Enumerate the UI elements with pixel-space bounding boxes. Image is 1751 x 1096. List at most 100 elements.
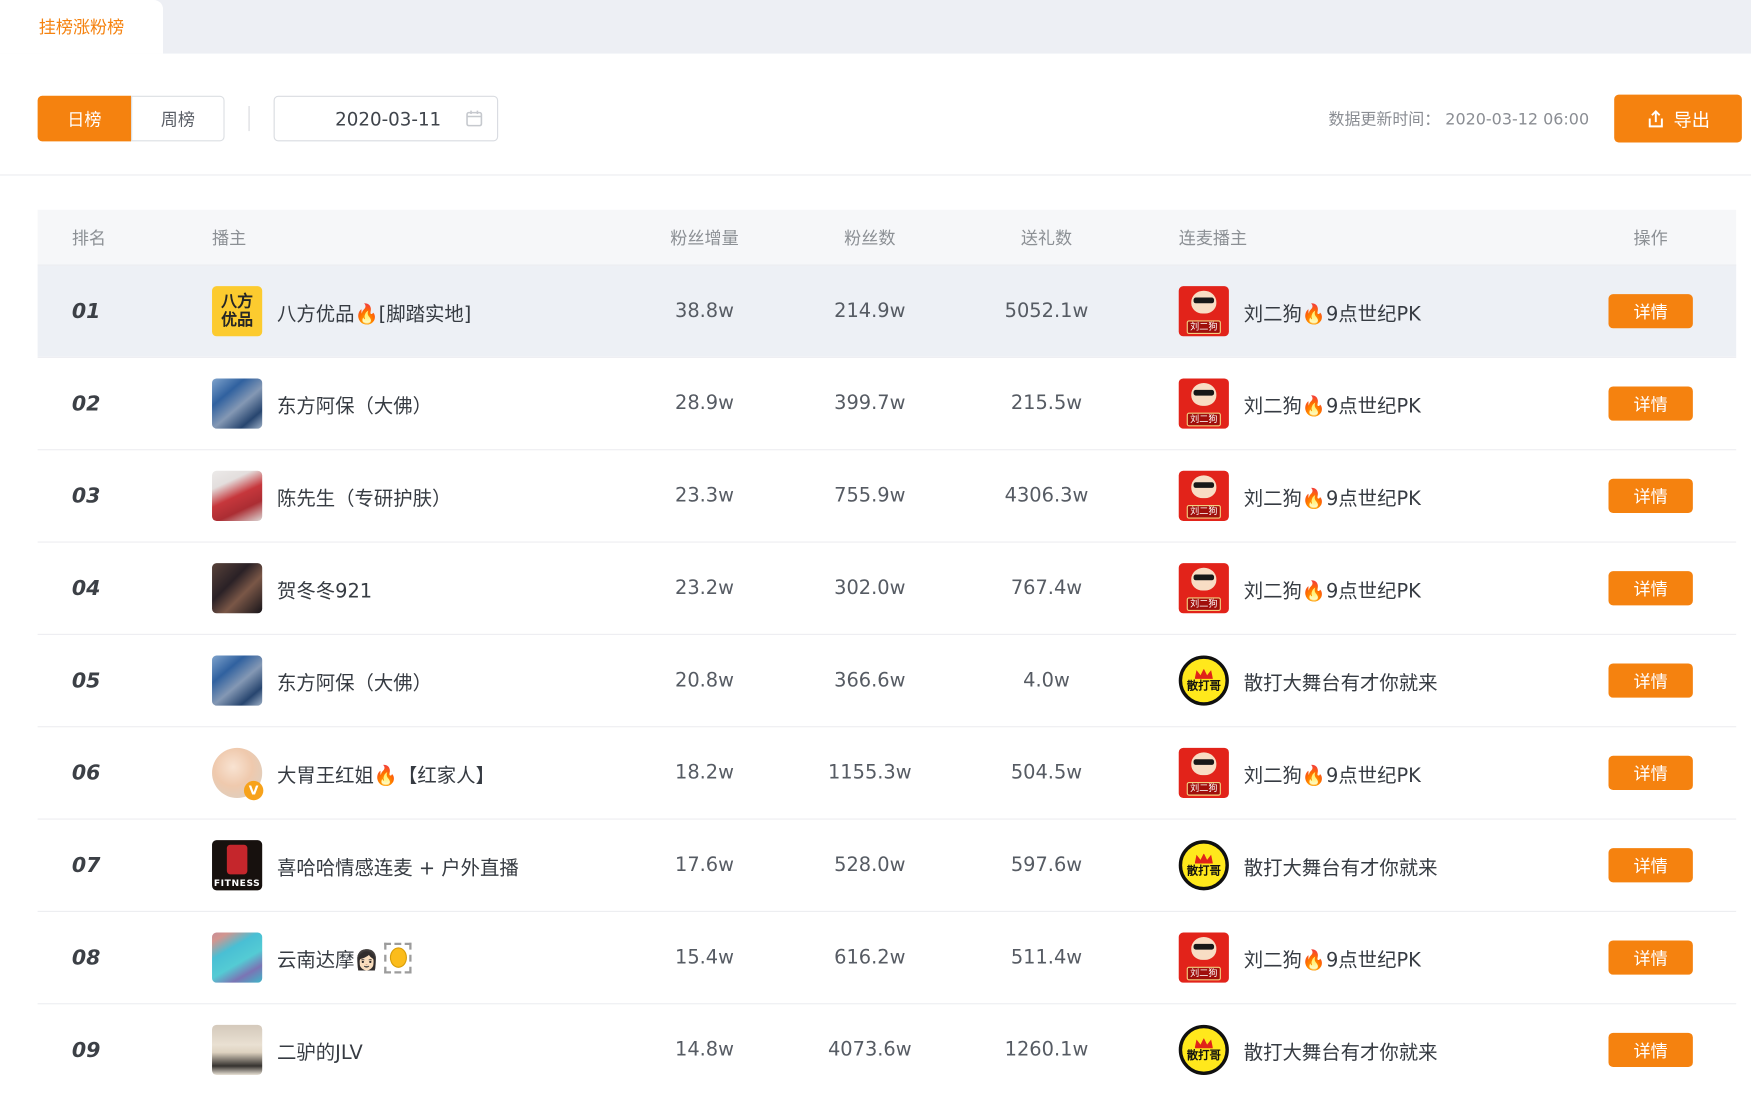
table-row: 02 东方阿保（大佛） 28.9w 399.7w 215.5w 刘二狗 刘二狗🔥… bbox=[38, 357, 1737, 449]
header-streamer: 播主 bbox=[174, 225, 630, 249]
gift-count-value: 5052.1w bbox=[961, 300, 1132, 323]
table-body: 01 八方优品 八方优品🔥[脚踏实地] 38.8w 214.9w 5052.1w… bbox=[38, 264, 1737, 1095]
fan-increase-value: 23.2w bbox=[630, 577, 778, 600]
co-streamer-cell: 散打哥 散打大舞台有才你就来 bbox=[1132, 1025, 1565, 1075]
fan-increase-value: 28.9w bbox=[630, 392, 778, 415]
leaderboard-table: 排名 播主 粉丝增量 粉丝数 送礼数 连麦播主 操作 01 八方优品 八方优品🔥… bbox=[38, 210, 1737, 1096]
action-cell: 详情 bbox=[1565, 571, 1736, 605]
avatar-label: 散打哥 bbox=[1187, 865, 1221, 878]
fan-count-value: 366.6w bbox=[779, 669, 961, 692]
fan-increase-value: 20.8w bbox=[630, 669, 778, 692]
verified-badge: V bbox=[244, 781, 263, 800]
streamer-name: 陈先生（专研护肤） bbox=[277, 482, 451, 510]
rank-value: 08 bbox=[38, 946, 175, 970]
period-toggle: 日榜 周榜 bbox=[38, 96, 225, 142]
fan-increase-value: 17.6w bbox=[630, 854, 778, 877]
co-streamer-name: 刘二狗🔥9点世纪PK bbox=[1244, 759, 1421, 787]
gift-count-value: 504.5w bbox=[961, 761, 1132, 784]
page: 挂榜涨粉榜 日榜 周榜 2020-03-11 数据更新时间： 2 bbox=[0, 0, 1751, 1081]
co-streamer-avatar: 刘二狗 bbox=[1179, 378, 1229, 428]
co-streamer-cell: 刘二狗 刘二狗🔥9点世纪PK bbox=[1132, 932, 1565, 982]
fan-increase-value: 38.8w bbox=[630, 300, 778, 323]
detail-button[interactable]: 详情 bbox=[1608, 756, 1692, 790]
avatar-label: 刘二狗 bbox=[1187, 782, 1221, 796]
detail-button[interactable]: 详情 bbox=[1608, 940, 1692, 974]
table-row: 08 云南达摩👩🏻 15.4w 616.2w 511.4w 刘二狗 刘二狗🔥9点… bbox=[38, 911, 1737, 1003]
co-streamer-avatar: 刘二狗 bbox=[1179, 286, 1229, 336]
export-button[interactable]: 导出 bbox=[1614, 95, 1742, 143]
co-streamer-avatar: 刘二狗 bbox=[1179, 932, 1229, 982]
streamer-avatar bbox=[212, 378, 262, 428]
co-streamer-avatar: 刘二狗 bbox=[1179, 471, 1229, 521]
streamer-name: 喜哈哈情感连麦 + 户外直播 bbox=[277, 851, 519, 879]
action-cell: 详情 bbox=[1565, 1033, 1736, 1067]
tab-label: 挂榜涨粉榜 bbox=[39, 15, 125, 39]
update-time-value: 2020-03-12 06:00 bbox=[1445, 111, 1589, 129]
rank-value: 09 bbox=[38, 1038, 175, 1062]
table-row: 01 八方优品 八方优品🔥[脚踏实地] 38.8w 214.9w 5052.1w… bbox=[38, 264, 1737, 356]
streamer-name: 东方阿保（大佛） bbox=[277, 666, 432, 694]
co-streamer-avatar: 散打哥 bbox=[1179, 840, 1229, 890]
rank-value: 04 bbox=[38, 576, 175, 600]
action-cell: 详情 bbox=[1565, 756, 1736, 790]
action-cell: 详情 bbox=[1565, 479, 1736, 513]
detail-button[interactable]: 详情 bbox=[1608, 1033, 1692, 1067]
action-cell: 详情 bbox=[1565, 663, 1736, 697]
avatar-label: 散打哥 bbox=[1187, 680, 1221, 693]
streamer-name: 云南达摩👩🏻 bbox=[277, 943, 379, 971]
header-fan-count: 粉丝数 bbox=[779, 225, 961, 249]
avatar-label: FITNESS bbox=[212, 878, 262, 888]
table-row: 07 FITNESS 喜哈哈情感连麦 + 户外直播 17.6w 528.0w 5… bbox=[38, 818, 1737, 910]
co-streamer-avatar: 散打哥 bbox=[1179, 655, 1229, 705]
co-streamer-cell: 刘二狗 刘二狗🔥9点世纪PK bbox=[1132, 286, 1565, 336]
rank-value: 01 bbox=[38, 299, 175, 323]
avatar-label: 刘二狗 bbox=[1187, 597, 1221, 611]
rank-value: 03 bbox=[38, 484, 175, 508]
streamer-name: 贺冬冬921 bbox=[277, 574, 372, 602]
streamer-avatar bbox=[212, 471, 262, 521]
rank-value: 02 bbox=[38, 392, 175, 416]
streamer-avatar bbox=[212, 563, 262, 613]
detail-button[interactable]: 详情 bbox=[1608, 294, 1692, 328]
streamer-name: 大胃王红姐🔥【红家人】 bbox=[277, 759, 495, 787]
gift-count-value: 215.5w bbox=[961, 392, 1132, 415]
detail-button[interactable]: 详情 bbox=[1608, 663, 1692, 697]
co-streamer-name: 散打大舞台有才你就来 bbox=[1244, 851, 1438, 879]
detail-button[interactable]: 详情 bbox=[1608, 571, 1692, 605]
detail-button[interactable]: 详情 bbox=[1608, 848, 1692, 882]
table-row: 04 贺冬冬921 23.2w 302.0w 767.4w 刘二狗 刘二狗🔥9点… bbox=[38, 541, 1737, 633]
weekly-rank-button[interactable]: 周榜 bbox=[131, 96, 224, 142]
rank-value: 06 bbox=[38, 761, 175, 785]
detail-button[interactable]: 详情 bbox=[1608, 479, 1692, 513]
streamer-avatar: 八方优品 bbox=[212, 286, 262, 336]
fan-count-value: 302.0w bbox=[779, 577, 961, 600]
rank-value: 07 bbox=[38, 853, 175, 877]
streamer-cell: 东方阿保（大佛） bbox=[174, 378, 630, 428]
date-picker[interactable]: 2020-03-11 bbox=[274, 96, 499, 142]
co-streamer-cell: 散打哥 散打大舞台有才你就来 bbox=[1132, 840, 1565, 890]
co-streamer-avatar: 刘二狗 bbox=[1179, 563, 1229, 613]
avatar-label: 刘二狗 bbox=[1187, 505, 1221, 519]
tab-fan-growth-leaderboard[interactable]: 挂榜涨粉榜 bbox=[0, 0, 163, 54]
detail-button[interactable]: 详情 bbox=[1608, 386, 1692, 420]
rank-value: 05 bbox=[38, 669, 175, 693]
date-value: 2020-03-11 bbox=[311, 108, 465, 130]
streamer-avatar bbox=[212, 932, 262, 982]
unknown-emoji-icon bbox=[384, 942, 411, 973]
streamer-name: 二驴的JLV bbox=[277, 1036, 363, 1064]
streamer-avatar bbox=[212, 655, 262, 705]
fan-increase-value: 14.8w bbox=[630, 1039, 778, 1062]
vertical-divider bbox=[249, 106, 250, 131]
fan-count-value: 1155.3w bbox=[779, 761, 961, 784]
co-streamer-name: 刘二狗🔥9点世纪PK bbox=[1244, 297, 1421, 325]
co-streamer-name: 刘二狗🔥9点世纪PK bbox=[1244, 482, 1421, 510]
streamer-cell: 云南达摩👩🏻 bbox=[174, 932, 630, 982]
toolbar: 日榜 周榜 2020-03-11 数据更新时间： 2020-03-12 06:0… bbox=[0, 96, 1751, 176]
fan-increase-value: 18.2w bbox=[630, 761, 778, 784]
gift-count-value: 1260.1w bbox=[961, 1039, 1132, 1062]
action-cell: 详情 bbox=[1565, 294, 1736, 328]
streamer-avatar bbox=[212, 1025, 262, 1075]
daily-rank-button[interactable]: 日榜 bbox=[38, 96, 131, 142]
fan-increase-value: 23.3w bbox=[630, 484, 778, 507]
co-streamer-cell: 刘二狗 刘二狗🔥9点世纪PK bbox=[1132, 471, 1565, 521]
